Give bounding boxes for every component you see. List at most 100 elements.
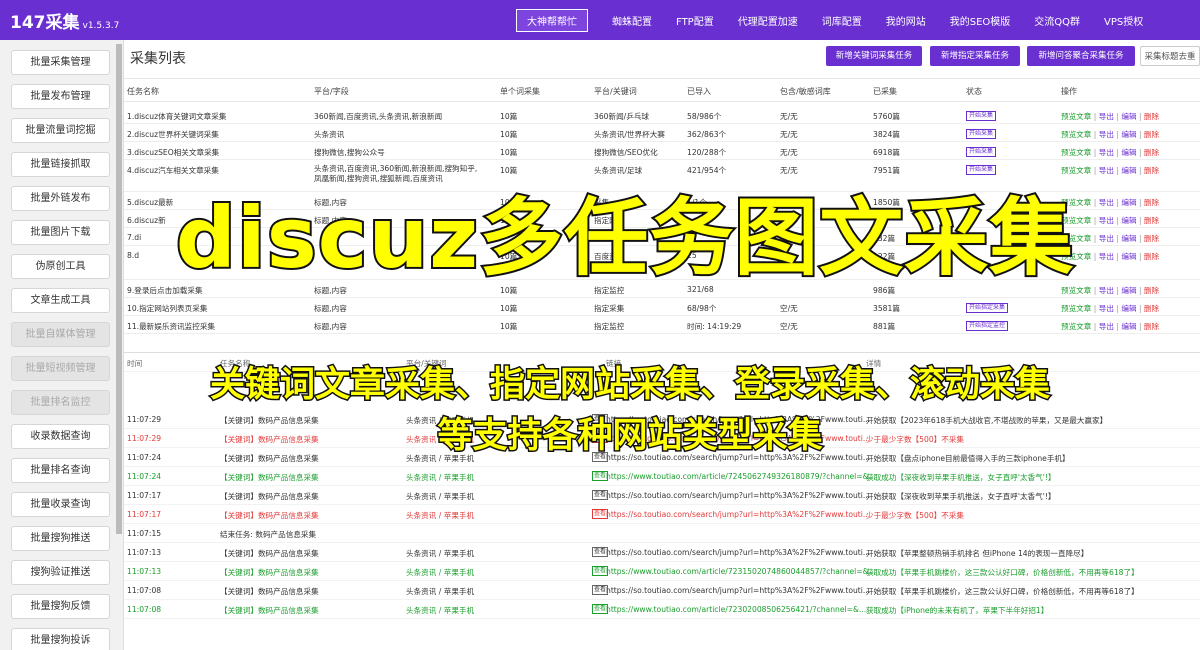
sidebar-item[interactable]: 批量采集管理 <box>11 50 110 75</box>
log-cell: 头条资讯 / 苹果手机 <box>406 549 475 558</box>
status-badge[interactable]: 开始指定监控 <box>966 321 1009 331</box>
action-delete-link[interactable]: 删除 <box>1144 286 1159 295</box>
view-link-tag[interactable]: 查看 <box>592 566 609 576</box>
action-preview-link[interactable]: 预览文章 <box>1061 304 1091 313</box>
nav-item[interactable]: 我的网站 <box>886 13 926 28</box>
table-cell: 10篇 <box>500 148 518 157</box>
action-preview-link[interactable]: 预览文章 <box>1061 130 1091 139</box>
action-edit-link[interactable]: 编辑 <box>1121 322 1136 331</box>
nav-item[interactable]: 词库配置 <box>822 13 862 28</box>
sidebar-item[interactable]: 批量外链发布 <box>11 186 110 211</box>
status-badge[interactable]: 开始采集 <box>966 165 997 175</box>
action-delete-link[interactable]: 删除 <box>1144 216 1159 225</box>
nav-item[interactable]: FTP配置 <box>676 13 714 28</box>
table-cell: 头条资讯,百度资讯,360新闻,新浪新闻,搜狗知乎,凤凰新闻,搜狗资讯,搜狐新闻… <box>314 164 478 183</box>
overlay-line-1: 关键词文章采集、指定网站采集、登录采集、滚动采集 <box>208 364 1051 407</box>
table-row: 11.最新娱乐资讯监控采集 标题,内容 10篇 指定监控 时间: 14:19:29 空/无… <box>124 316 1200 334</box>
nav-item[interactable]: 我的SEO模版 <box>950 13 1011 28</box>
action-edit-link[interactable]: 编辑 <box>1121 148 1136 157</box>
action-export-link[interactable]: 导出 <box>1099 166 1114 175</box>
table-cell: 58/986个 <box>687 112 722 121</box>
row-actions: 预览文章 | 导出 | 编辑 | 删除 <box>1061 130 1160 139</box>
sidebar-item[interactable]: 批量搜狗反馈 <box>11 594 110 619</box>
title-dedupe-button[interactable]: 采集标题去重 <box>1140 46 1200 66</box>
sidebar-item[interactable]: 批量图片下载 <box>11 220 110 245</box>
sidebar-item[interactable]: 文章生成工具 <box>11 288 110 313</box>
action-delete-link[interactable]: 删除 <box>1144 322 1159 331</box>
action-edit-link[interactable]: 编辑 <box>1121 216 1136 225</box>
column-header: 任务名称 <box>127 87 159 96</box>
action-edit-link[interactable]: 编辑 <box>1121 234 1136 243</box>
sidebar-item[interactable]: 批量搜狗推送 <box>11 526 110 551</box>
action-edit-link[interactable]: 编辑 <box>1121 304 1136 313</box>
view-link-tag[interactable]: 查看 <box>592 490 609 500</box>
row-actions: 预览文章 | 导出 | 编辑 | 删除 <box>1061 304 1160 313</box>
nav-item[interactable]: VPS授权 <box>1104 13 1143 28</box>
add-site-task-button[interactable]: 新增指定采集任务 <box>930 46 1020 66</box>
action-edit-link[interactable]: 编辑 <box>1121 112 1136 121</box>
action-delete-link[interactable]: 删除 <box>1144 198 1159 207</box>
action-preview-link[interactable]: 预览文章 <box>1061 112 1091 121</box>
action-export-link[interactable]: 导出 <box>1099 148 1114 157</box>
column-header: 包含/敏感词库 <box>780 87 831 96</box>
sidebar-item[interactable]: 批量收录查询 <box>11 492 110 517</box>
nav-item[interactable]: 大神帮帮忙 <box>516 8 588 32</box>
sidebar-item[interactable]: 批量流量词挖掘 <box>11 118 110 143</box>
action-preview-link[interactable]: 预览文章 <box>1061 148 1091 157</box>
action-edit-link[interactable]: 编辑 <box>1121 286 1136 295</box>
sidebar-item[interactable]: 批量链接抓取 <box>11 152 110 177</box>
table-cell: 8.d <box>127 251 140 260</box>
action-preview-link[interactable]: 预览文章 <box>1061 322 1091 331</box>
add-keyword-task-button[interactable]: 新增关键词采集任务 <box>826 46 922 66</box>
action-edit-link[interactable]: 编辑 <box>1121 166 1136 175</box>
view-link-tag[interactable]: 查看 <box>592 585 609 595</box>
action-edit-link[interactable]: 编辑 <box>1121 252 1136 261</box>
sidebar-item[interactable]: 搜狗验证推送 <box>11 560 110 585</box>
view-link-tag[interactable]: 查看 <box>592 604 609 614</box>
log-row: 11:07:17 【关键词】数码产品信息采集 头条资讯 / 苹果手机 https://… <box>124 486 1200 505</box>
log-cell: 【关键词】数码产品信息采集 <box>220 511 319 520</box>
status-badge[interactable]: 开始采集 <box>966 129 997 139</box>
log-cell: 11:07:13 <box>127 548 162 557</box>
add-aggregate-task-button[interactable]: 新增问答聚合采集任务 <box>1027 46 1135 66</box>
nav-item[interactable]: 蜘蛛配置 <box>612 13 652 28</box>
log-cell: 结束任务: 数码产品信息采集 <box>220 530 317 539</box>
log-row: 11:07:08 【关键词】数码产品信息采集 头条资讯 / 苹果手机 https://… <box>124 600 1200 619</box>
status-badge[interactable]: 开始采集 <box>966 111 997 121</box>
nav-item[interactable]: 代理配置加速 <box>738 13 798 28</box>
action-preview-link[interactable]: 预览文章 <box>1061 166 1091 175</box>
action-edit-link[interactable]: 编辑 <box>1121 198 1136 207</box>
action-delete-link[interactable]: 删除 <box>1144 148 1159 157</box>
sidebar-scrollbar[interactable] <box>116 44 122 534</box>
log-cell: 头条资讯 / 苹果手机 <box>406 606 475 615</box>
status-badge[interactable]: 开始指定采集 <box>966 303 1009 313</box>
action-export-link[interactable]: 导出 <box>1099 304 1114 313</box>
sidebar-item[interactable]: 伪原创工具 <box>11 254 110 279</box>
action-delete-link[interactable]: 删除 <box>1144 130 1159 139</box>
action-delete-link[interactable]: 删除 <box>1144 112 1159 121</box>
table-cell: 头条资讯 <box>314 130 345 139</box>
sidebar-item[interactable]: 批量排名查询 <box>11 458 110 483</box>
action-delete-link[interactable]: 删除 <box>1144 252 1159 261</box>
log-cell: 11:07:17 <box>127 491 162 500</box>
action-export-link[interactable]: 导出 <box>1099 322 1114 331</box>
action-delete-link[interactable]: 删除 <box>1144 166 1159 175</box>
nav-item[interactable]: 交流QQ群 <box>1034 13 1080 28</box>
sidebar-item[interactable]: 批量搜狗投诉 <box>11 628 110 650</box>
table-cell: 120/288个 <box>687 148 727 157</box>
status-badge[interactable]: 开始采集 <box>966 147 997 157</box>
view-link-tag[interactable]: 查看 <box>592 471 609 481</box>
view-link-tag[interactable]: 查看 <box>592 509 609 519</box>
table-cell: 标题,内容 <box>314 304 347 313</box>
action-delete-link[interactable]: 删除 <box>1144 234 1159 243</box>
log-cell: 开始获取【深夜收到苹果手机推送，女子直呼'太香气'!】 <box>866 492 1056 501</box>
log-cell: 【关键词】数码产品信息采集 <box>220 568 319 577</box>
view-link-tag[interactable]: 查看 <box>592 547 609 557</box>
sidebar-item[interactable]: 批量发布管理 <box>11 84 110 109</box>
action-export-link[interactable]: 导出 <box>1099 112 1114 121</box>
action-delete-link[interactable]: 删除 <box>1144 304 1159 313</box>
action-export-link[interactable]: 导出 <box>1099 130 1114 139</box>
sidebar-item[interactable]: 批量自媒体管理 <box>11 322 110 347</box>
action-edit-link[interactable]: 编辑 <box>1121 130 1136 139</box>
table-cell: 68/98个 <box>687 304 717 313</box>
